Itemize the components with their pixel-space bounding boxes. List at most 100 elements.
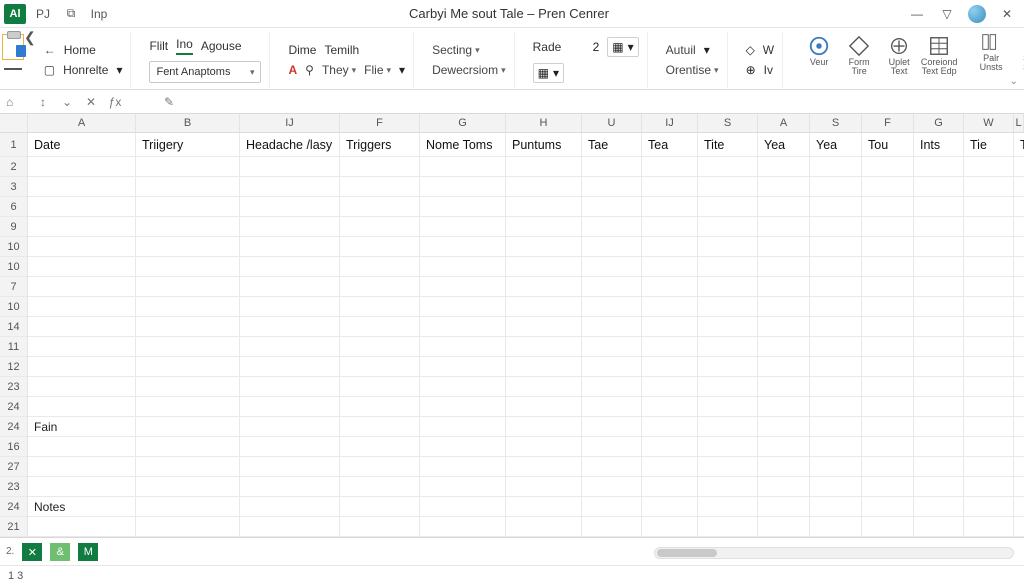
cell[interactable] (810, 297, 862, 317)
cell[interactable] (340, 417, 420, 437)
cell[interactable] (28, 317, 136, 337)
cell[interactable] (506, 457, 582, 477)
cell[interactable] (914, 457, 964, 477)
cell[interactable] (964, 517, 1014, 537)
cell[interactable] (582, 377, 642, 397)
cell[interactable] (136, 197, 240, 217)
cell[interactable] (340, 317, 420, 337)
cell[interactable] (28, 257, 136, 277)
row-head[interactable]: 9 (0, 217, 28, 237)
cell[interactable] (862, 377, 914, 397)
cell[interactable] (240, 357, 340, 377)
cell[interactable] (506, 337, 582, 357)
cell[interactable] (862, 437, 914, 457)
btn-palr-unsts[interactable]: Palr Unsts (973, 32, 1009, 72)
cancel-icon[interactable]: ✕ (84, 95, 98, 109)
cell[interactable] (506, 517, 582, 537)
cell[interactable] (642, 177, 698, 197)
row-head[interactable]: 12 (0, 357, 28, 377)
cell[interactable] (340, 277, 420, 297)
select-all-corner[interactable] (0, 114, 28, 132)
cell[interactable] (810, 177, 862, 197)
cell[interactable] (758, 157, 810, 177)
cell[interactable] (810, 417, 862, 437)
cell[interactable] (964, 277, 1014, 297)
cell[interactable] (698, 237, 758, 257)
cell[interactable] (420, 437, 506, 457)
cell[interactable]: Fain (28, 417, 136, 437)
cell[interactable] (698, 457, 758, 477)
cell[interactable] (340, 297, 420, 317)
cell[interactable] (28, 457, 136, 477)
cell[interactable] (506, 357, 582, 377)
row-head[interactable]: 24 (0, 397, 28, 417)
cell[interactable] (698, 497, 758, 517)
btn-orentise[interactable]: Orentise (666, 63, 719, 77)
cell[interactable] (642, 417, 698, 437)
cell[interactable] (758, 257, 810, 277)
cell[interactable] (698, 317, 758, 337)
cell[interactable] (862, 277, 914, 297)
pencil-icon[interactable]: ✎ (162, 95, 176, 109)
cell[interactable] (862, 157, 914, 177)
cell[interactable] (862, 457, 914, 477)
cell[interactable] (862, 297, 914, 317)
cell[interactable] (642, 297, 698, 317)
cell[interactable] (582, 517, 642, 537)
cell[interactable] (862, 517, 914, 537)
cell[interactable] (136, 377, 240, 397)
cell[interactable] (914, 277, 964, 297)
cell[interactable] (862, 397, 914, 417)
cell[interactable] (642, 357, 698, 377)
cell[interactable] (240, 417, 340, 437)
row-head[interactable]: 11 (0, 337, 28, 357)
cell[interactable] (420, 237, 506, 257)
cell[interactable] (420, 257, 506, 277)
tab-agouse[interactable]: Agouse (201, 39, 242, 53)
cell[interactable] (698, 517, 758, 537)
cell[interactable] (506, 157, 582, 177)
cell[interactable] (420, 497, 506, 517)
col-head[interactable]: IJ (642, 114, 698, 132)
cell[interactable] (420, 157, 506, 177)
cell[interactable] (582, 317, 642, 337)
cell[interactable] (240, 517, 340, 537)
cell[interactable] (340, 457, 420, 477)
cell[interactable] (810, 357, 862, 377)
cell[interactable] (642, 437, 698, 457)
col-head[interactable]: B (136, 114, 240, 132)
cell[interactable] (698, 357, 758, 377)
chevron-down-icon[interactable] (250, 67, 255, 78)
cell[interactable] (420, 417, 506, 437)
cell[interactable] (28, 177, 136, 197)
cell[interactable] (914, 357, 964, 377)
cell[interactable] (810, 497, 862, 517)
cell[interactable] (758, 317, 810, 337)
col-head[interactable]: A (28, 114, 136, 132)
cell[interactable] (862, 257, 914, 277)
cell[interactable]: Tite (698, 133, 758, 157)
spreadsheet-grid[interactable]: A B IJ F G H U IJ S A S F G W L 1DateTri… (0, 114, 1024, 537)
cell[interactable]: Triggers (340, 133, 420, 157)
cell[interactable] (758, 517, 810, 537)
cell[interactable] (582, 437, 642, 457)
cell[interactable] (240, 257, 340, 277)
cell[interactable] (1014, 217, 1024, 237)
cell[interactable] (914, 417, 964, 437)
fx-icon[interactable]: ƒx (108, 95, 122, 109)
cell[interactable] (582, 277, 642, 297)
cell[interactable] (420, 337, 506, 357)
cell[interactable] (1014, 317, 1024, 337)
cell[interactable] (698, 417, 758, 437)
col-head[interactable]: H (506, 114, 582, 132)
paste-icon[interactable] (2, 34, 24, 60)
globe-icon[interactable]: ⊕ (746, 63, 756, 77)
btn-veur[interactable]: Veur (801, 36, 837, 76)
cell[interactable] (810, 377, 862, 397)
sheet-tab-1[interactable]: ✕ (22, 543, 42, 561)
cell[interactable] (240, 457, 340, 477)
cell[interactable] (810, 277, 862, 297)
cell[interactable] (506, 397, 582, 417)
cell[interactable] (758, 497, 810, 517)
cell[interactable] (1014, 277, 1024, 297)
